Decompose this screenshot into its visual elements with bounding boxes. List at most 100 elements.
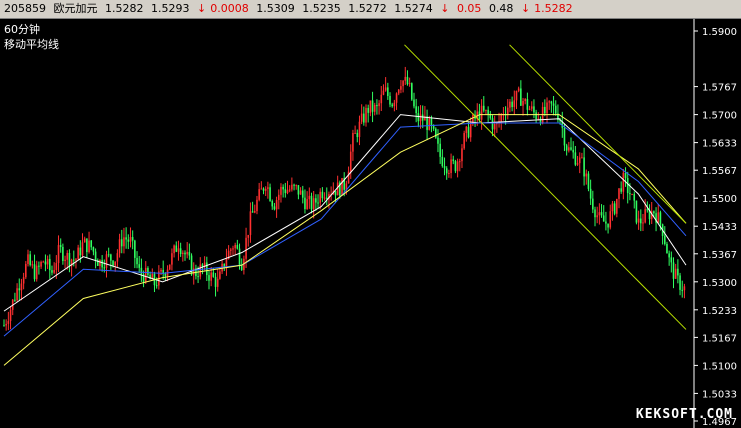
candle-body	[9, 309, 12, 322]
candle-body	[253, 211, 256, 213]
candle-body	[572, 149, 574, 153]
candle-body	[79, 247, 82, 256]
indicator-labels: 60分钟 移动平均线	[4, 22, 59, 52]
down-arrow-2: ↓	[440, 2, 450, 15]
candle-body	[186, 251, 188, 255]
candle-body	[421, 114, 424, 121]
candle-body	[234, 245, 236, 249]
candle-body	[192, 268, 195, 275]
candle-body	[308, 195, 311, 200]
candle-body	[299, 190, 302, 195]
y-tick-label: 1.5700	[702, 111, 737, 122]
candle-body	[631, 194, 633, 196]
candle-body	[99, 260, 101, 266]
candle-body	[535, 112, 537, 120]
candle-body	[273, 206, 276, 210]
candle-body	[360, 113, 363, 122]
candle-body	[105, 254, 108, 268]
candle-body	[592, 198, 594, 210]
candle-body	[238, 248, 241, 265]
candle-body	[387, 87, 389, 96]
candle-body	[232, 248, 234, 250]
diff-value: 0.05	[456, 2, 482, 15]
price-4: 1.5274	[394, 2, 433, 15]
candle-body	[624, 172, 627, 179]
candle-body	[611, 203, 614, 212]
candle-body	[408, 83, 411, 85]
candle-body	[544, 106, 546, 114]
candle-body	[51, 270, 53, 273]
candle-body	[454, 161, 457, 172]
candle-body	[301, 190, 304, 198]
candle-body	[441, 156, 444, 167]
candle-body	[530, 106, 533, 109]
candle-body	[596, 215, 598, 218]
candle-body	[68, 252, 71, 267]
candle-body	[430, 118, 433, 126]
candle-body	[225, 259, 228, 268]
price-chart[interactable]: 1.5900 1.5767 1.5700 1.5633 1.5567 1.5500 1.54…	[0, 19, 741, 428]
candle-body	[168, 264, 171, 270]
candle-body	[613, 203, 616, 214]
candle-body	[637, 218, 640, 223]
candle-body	[520, 88, 522, 106]
candle-body	[487, 109, 489, 114]
candle-body	[480, 105, 483, 120]
candle-body	[125, 237, 127, 240]
candle-body	[7, 321, 10, 324]
candle-body	[411, 83, 413, 100]
candle-body	[574, 152, 577, 165]
symbol-code: 205859	[4, 2, 46, 15]
candle-body	[463, 133, 465, 149]
candle-body	[262, 188, 265, 191]
candle-body	[136, 257, 138, 265]
candle-body	[83, 238, 86, 243]
candle-body	[321, 191, 324, 199]
candle-body	[103, 267, 106, 269]
candle-body	[570, 147, 572, 150]
candle-body	[114, 261, 117, 266]
candle-body	[282, 186, 284, 190]
candle-body	[247, 234, 250, 238]
candle-body	[297, 185, 300, 195]
candle-body	[112, 260, 114, 266]
candle-body	[267, 187, 269, 189]
candle-body	[622, 172, 625, 192]
candle-body	[550, 101, 553, 104]
candle-body	[452, 159, 455, 162]
candle-body	[546, 102, 548, 114]
candle-body	[25, 263, 27, 278]
candle-body	[251, 211, 254, 213]
candle-body	[576, 163, 579, 165]
candle-body	[349, 151, 352, 172]
candle-body	[18, 288, 21, 291]
candle-body	[524, 99, 527, 101]
candle-body	[663, 235, 666, 244]
candle-body	[443, 166, 446, 169]
candle-body	[59, 245, 62, 247]
y-tick-label: 1.5633	[702, 139, 737, 150]
candle-body	[293, 184, 295, 186]
candle-body	[72, 259, 75, 261]
candle-body	[216, 278, 219, 287]
candle-body	[402, 80, 404, 87]
candle-body	[674, 268, 677, 279]
candle-body	[548, 101, 551, 103]
candle-body	[173, 245, 175, 254]
last-price: 1.5282	[534, 2, 573, 15]
candle-body	[46, 258, 49, 265]
candle-body	[602, 215, 605, 222]
candle-body	[526, 99, 529, 110]
candle-body	[626, 178, 629, 194]
candle-body	[177, 248, 180, 252]
candle-body	[40, 261, 42, 267]
candle-body	[609, 211, 612, 228]
candle-body	[110, 254, 112, 261]
candle-body	[62, 246, 64, 262]
candle-body	[620, 188, 622, 192]
candle-body	[88, 240, 90, 253]
y-tick-label: 1.5367	[702, 250, 737, 261]
price-2: 1.5235	[302, 2, 341, 15]
candle-body	[356, 132, 359, 138]
candle-body	[277, 194, 280, 200]
